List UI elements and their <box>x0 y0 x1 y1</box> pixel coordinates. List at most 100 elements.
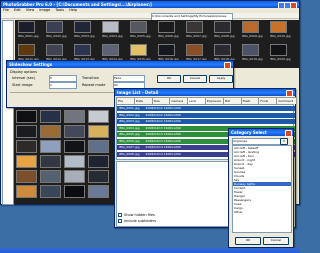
thumbnail-image[interactable] <box>46 44 63 56</box>
thumbnail-image[interactable] <box>46 21 63 33</box>
thumbnail-label: IMG_0006.jpg <box>158 34 179 38</box>
row-info: 2008/04/12 1600x1200 <box>145 112 181 117</box>
film-strip-thumbnail[interactable] <box>40 185 61 198</box>
settings-group-label: Display options <box>10 70 37 74</box>
film-strip-thumbnail[interactable] <box>88 170 109 183</box>
popup-close-button[interactable] <box>285 130 292 137</box>
list-item[interactable]: Other <box>233 210 291 214</box>
row-info: 2008/04/14 1600x1200 <box>145 151 181 156</box>
interval-field[interactable]: 5 <box>49 75 77 82</box>
popup-ok-button[interactable]: OK <box>235 237 261 245</box>
settings-close-button[interactable] <box>224 62 231 69</box>
row-filename: IMG_0003.jpg <box>119 119 140 123</box>
start-image-field[interactable]: 1 <box>49 82 77 89</box>
category-list[interactable]: Aircraft - takeoff Aircraft - landing Airc… <box>232 145 292 233</box>
table-row[interactable]: IMG_0001.jpg 2008/04/12 1600x1200 <box>117 106 295 111</box>
film-strip-thumbnail[interactable] <box>88 155 109 168</box>
table-row[interactable]: IMG_0002.jpg 2008/04/12 1600x1200 <box>117 112 295 118</box>
thumbnail-image[interactable] <box>158 44 175 56</box>
thumbnail-image[interactable] <box>130 44 147 56</box>
thumbnail-image[interactable] <box>18 21 35 33</box>
thumbnail-image[interactable] <box>74 44 91 56</box>
film-strip-thumbnail[interactable] <box>64 155 85 168</box>
list-tab-bar: File Date Size Camera Lens Exposure ISO Flash Fo… <box>116 97 298 104</box>
film-strip-thumbnail[interactable] <box>16 170 37 183</box>
thumbnail-label: IMG_0002.jpg <box>46 34 67 38</box>
menu-image[interactable]: Image <box>39 8 50 12</box>
film-strip-thumbnail[interactable] <box>16 125 37 138</box>
film-strip-thumbnail[interactable] <box>16 140 37 153</box>
film-strip-thumbnail[interactable] <box>88 140 109 153</box>
film-strip-thumbnail[interactable] <box>40 170 61 183</box>
settings-dialog-title: Slideshow Settings <box>7 61 233 68</box>
category-popup: Category Select Airplanes ▾ Aircraft - t… <box>228 128 294 248</box>
popup-cancel-button[interactable]: Cancel <box>263 237 289 245</box>
thumbnail-image[interactable] <box>270 44 287 56</box>
row-info: 2008/04/12 1600x1200 <box>145 119 181 123</box>
thumbnail-image[interactable] <box>102 21 119 33</box>
thumbnail-label: IMG_0004.jpg <box>102 34 123 38</box>
film-strip-thumbnail[interactable] <box>88 110 109 123</box>
thumbnail-label: IMG_0007.jpg <box>186 34 207 38</box>
film-strip-thumbnail[interactable] <box>40 125 61 138</box>
dropdown-arrow-button[interactable]: ▾ <box>280 138 288 145</box>
film-strip-thumbnail[interactable] <box>64 140 85 153</box>
menu-edit[interactable]: Edit <box>14 8 21 12</box>
start-image-label: Start image <box>12 83 33 87</box>
film-strip-thumbnail[interactable] <box>16 185 37 198</box>
thumbnail-image[interactable] <box>270 21 287 33</box>
thumbnail-image[interactable] <box>74 21 91 33</box>
film-strip-thumbnail[interactable] <box>64 170 85 183</box>
toolbar <box>1 13 299 19</box>
menu-help[interactable]: Help <box>69 8 77 12</box>
thumbnail-image[interactable] <box>18 44 35 56</box>
film-strip-thumbnail[interactable] <box>40 140 61 153</box>
row-info: 2008/04/13 1600x1200 <box>145 132 181 136</box>
settings-apply-button[interactable]: Apply <box>209 75 233 83</box>
film-strip-thumbnail[interactable] <box>16 155 37 168</box>
row-filename: IMG_0008.jpg <box>119 151 140 156</box>
menu-file[interactable]: File <box>3 8 9 12</box>
thumbnail-label: IMG_0009.jpg <box>242 34 263 38</box>
thumbnail-label: IMG_0010.jpg <box>270 34 291 38</box>
table-row[interactable]: IMG_0003.jpg 2008/04/12 1600x1200 <box>117 119 295 124</box>
film-strip-thumbnail[interactable] <box>88 125 109 138</box>
transition-label: Transition <box>82 76 99 80</box>
row-filename: IMG_0004.jpg <box>119 125 140 130</box>
thumbnail-label: IMG_0003.jpg <box>74 34 95 38</box>
row-filename: IMG_0007.jpg <box>119 145 140 149</box>
settings-ok-button[interactable]: OK <box>157 75 181 83</box>
show-hidden-checkbox[interactable] <box>118 213 122 217</box>
thumbnail-image[interactable] <box>242 44 259 56</box>
thumbnail-label: IMG_0019.jpg <box>242 57 263 61</box>
list-close-button[interactable] <box>286 90 293 97</box>
thumbnail-label: IMG_0005.jpg <box>130 34 151 38</box>
settings-cancel-button[interactable]: Cancel <box>183 75 207 83</box>
film-strip-thumbnail[interactable] <box>16 110 37 123</box>
folder-tree[interactable] <box>2 20 14 205</box>
category-dropdown[interactable]: Airplanes <box>232 138 282 145</box>
row-info: 2008/04/14 1600x1200 <box>145 145 181 149</box>
film-strip-thumbnail[interactable] <box>64 110 85 123</box>
film-strip-thumbnail[interactable] <box>88 185 109 198</box>
menu-view[interactable]: View <box>26 8 34 12</box>
film-strip-thumbnail[interactable] <box>64 125 85 138</box>
thumbnail-image[interactable] <box>102 44 119 56</box>
thumbnail-image[interactable] <box>214 44 231 56</box>
tab-comment[interactable]: Comment <box>276 97 298 104</box>
thumbnail-image[interactable] <box>242 21 259 33</box>
thumbnail-image[interactable] <box>186 21 203 33</box>
subfolders-checkbox[interactable] <box>118 219 122 223</box>
thumbnail-image[interactable] <box>158 21 175 33</box>
thumbnail-label: IMG_0008.jpg <box>214 34 235 38</box>
film-strip-thumbnail[interactable] <box>64 185 85 198</box>
film-strip-thumbnail[interactable] <box>40 155 61 168</box>
film-strip-thumbnail[interactable] <box>40 110 61 123</box>
show-hidden-label: Show hidden files <box>124 213 155 217</box>
interval-label: Interval (sec) <box>12 76 36 80</box>
thumbnail-image[interactable] <box>186 44 203 56</box>
thumbnail-image[interactable] <box>214 21 231 33</box>
transition-select[interactable]: Fade <box>113 75 145 82</box>
thumbnail-image[interactable] <box>130 21 147 33</box>
menu-tools[interactable]: Tools <box>55 8 64 12</box>
